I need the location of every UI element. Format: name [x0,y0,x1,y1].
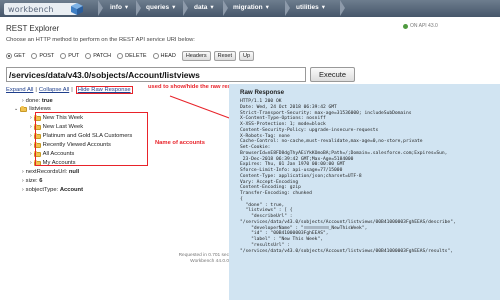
nav-item-migration[interactable]: migration ▾ [233,3,269,11]
chevron-down-icon: ▾ [210,4,214,11]
http-method-selector: GET POST PUT PATCH DELETE HEAD Headers R… [6,50,257,62]
expand-arrow-icon: › [22,187,24,193]
radio-icon[interactable] [31,53,38,59]
chevron-down-icon: ▾ [172,4,176,11]
up-button[interactable]: Up [238,51,255,61]
radio-icon[interactable] [117,53,124,59]
redacted-text [303,225,329,229]
radio-icon[interactable] [6,53,12,59]
headers-button[interactable]: Headers [181,51,211,61]
request-footer: Requested in 0.701 sec Workbench 44.0.0 [144,253,229,265]
tree-node-next-records-url: › nextRecordsUrl: null [22,169,80,175]
method-delete[interactable]: DELETE [117,53,147,59]
expand-arrow-icon: › [22,169,24,175]
nav-item-utilities[interactable]: utilities ▾ [296,3,325,11]
raw-response-title: Raw Response [240,89,285,96]
nav-separator [223,0,228,16]
chevron-down-icon: ▾ [265,4,269,11]
radio-icon[interactable] [152,53,159,59]
expand-arrow-icon[interactable]: › [30,160,32,166]
top-navigation-bar: workbench info ▾ queries ▾ data ▾ migration… [0,0,500,17]
api-status-text: ON API 43.0 [410,23,438,29]
workbench-version-text: Workbench 44.0.0 [190,259,229,264]
expand-arrow-icon[interactable]: › [30,142,32,148]
radio-icon[interactable] [85,53,92,59]
api-status: ON API 43.0 [403,23,438,29]
logo-text: workbench [8,4,54,14]
expand-arrow-icon[interactable]: › [30,151,32,157]
annotation-accounts: Name of accounts [155,140,205,146]
nav-item-queries[interactable]: queries ▾ [146,3,175,11]
rest-uri-input[interactable]: /services/data/v43.0/sobjects/Account/li… [6,67,306,82]
raw-response-line: "/services/data/v43.0/sobjects/Account/l… [240,248,453,254]
expand-arrow-icon: › [22,98,24,104]
tree-node-done: › done: true [22,98,53,104]
tree-node-size: › size: 6 [22,178,43,184]
divider: | [71,87,73,93]
expand-arrow-icon[interactable]: › [30,124,32,130]
page-title: REST Explorer [6,24,60,33]
nav-separator [340,0,345,16]
nav-separator [285,0,290,16]
instructions-text: Choose an HTTP method to perform on the … [6,37,195,43]
cube-icon [71,3,83,15]
hide-raw-response-link[interactable]: Hide Raw Response [75,86,133,94]
collapse-all-link[interactable]: Collapse All [39,87,69,93]
workbench-logo[interactable]: workbench [4,3,83,15]
nav-item-info[interactable]: info ▾ [110,3,128,11]
reset-button[interactable]: Reset [213,51,236,61]
divider: | [35,87,37,93]
expand-all-link[interactable]: Expand All [6,87,33,93]
chevron-down-icon: ▾ [321,4,326,11]
expand-arrow-icon: › [22,178,24,184]
folder-icon [20,106,28,112]
tree-controls: Expand All | Collapse All | Hide Raw Res… [6,86,133,94]
method-get[interactable]: GET [6,53,25,59]
nav-separator [136,0,141,16]
chevron-down-icon: ▾ [124,4,129,11]
radio-icon[interactable] [60,53,67,59]
execute-button[interactable]: Execute [310,67,355,82]
accounts-highlight-box [35,112,148,166]
expand-arrow-icon[interactable]: › [30,115,32,121]
nav-item-data[interactable]: data ▾ [194,3,214,11]
method-post[interactable]: POST [31,53,54,59]
status-dot-icon [403,23,408,29]
method-put[interactable]: PUT [60,53,79,59]
method-head[interactable]: HEAD [152,53,176,59]
tree-node-sobject-type: › sobjectType: Account [22,187,84,193]
collapse-arrow-icon[interactable]: ⌄ [14,106,18,112]
method-patch[interactable]: PATCH [85,53,111,59]
raw-response-body: HTTP/1.1 200 OK Date: Wed, 24 Oct 2018 06… [240,99,498,254]
expand-arrow-icon[interactable]: › [30,133,32,139]
nav-separator [183,0,188,16]
nav-separator [98,0,103,16]
